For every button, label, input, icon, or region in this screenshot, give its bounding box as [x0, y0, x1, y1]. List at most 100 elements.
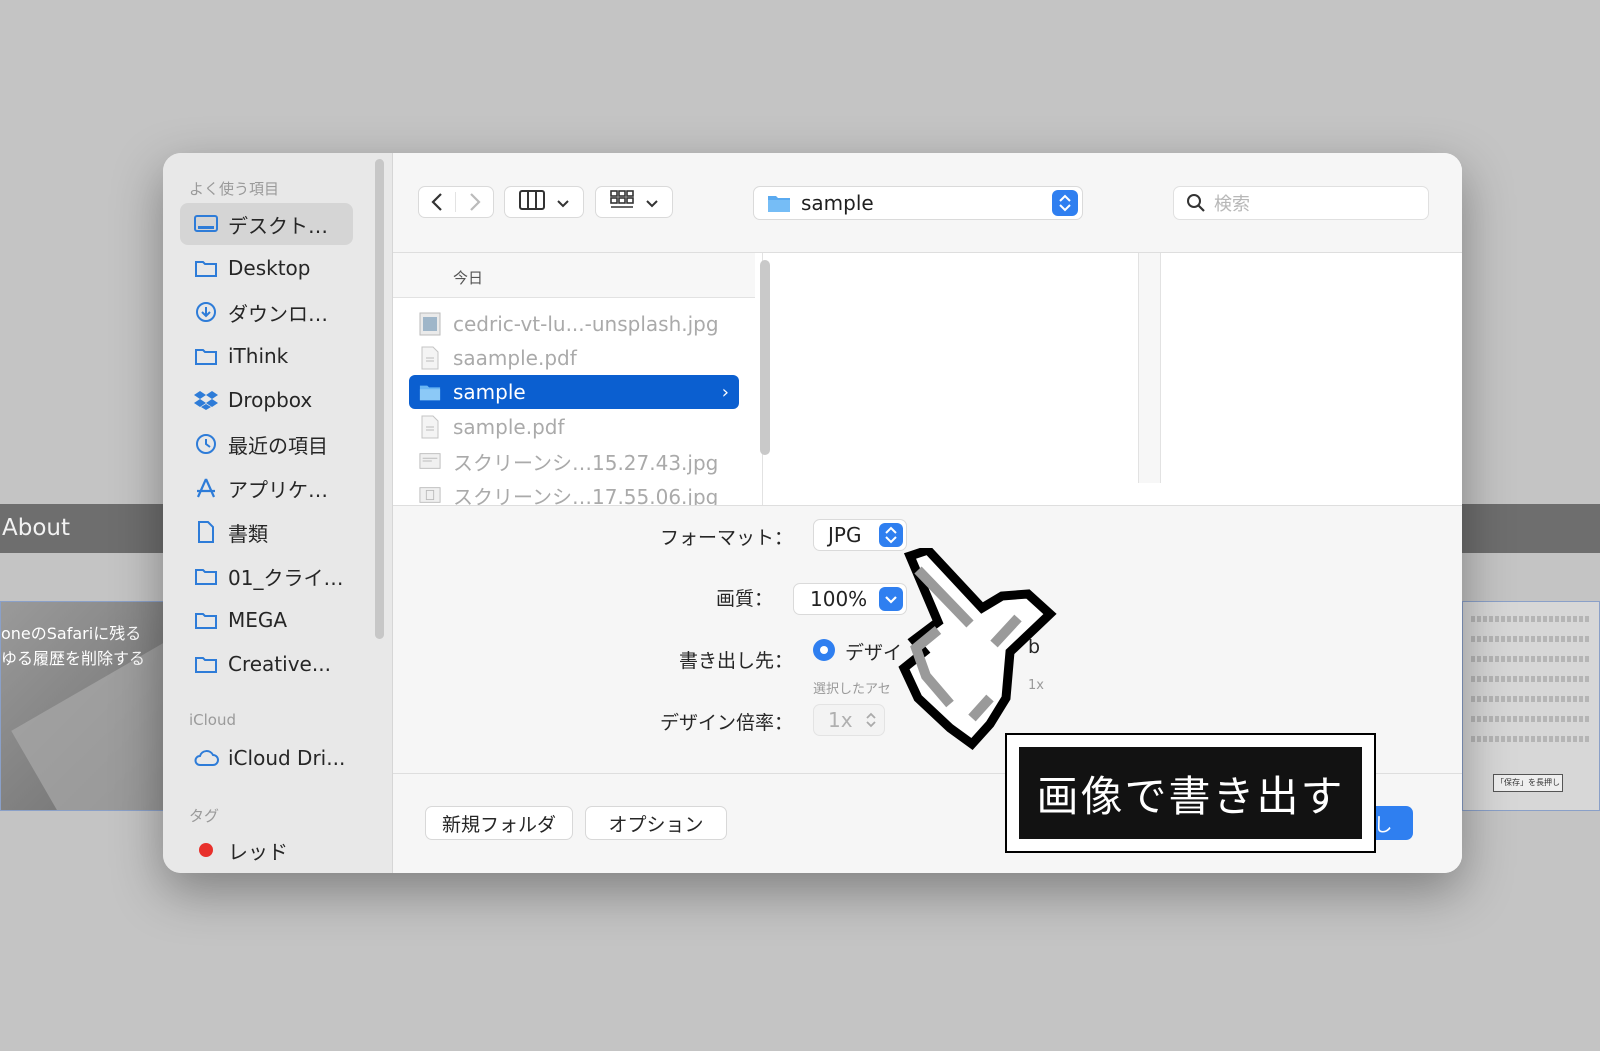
destination-option-label: デザイ — [845, 642, 903, 664]
new-folder-button[interactable]: 新規フォルダ — [425, 806, 573, 840]
sidebar-item-downloads[interactable]: ダウンロ… — [180, 291, 353, 333]
background-about-label: About — [2, 515, 71, 541]
sidebar-item-tag-red[interactable]: レッド — [180, 829, 353, 871]
quality-popup[interactable]: 100% — [793, 583, 907, 615]
folder-icon — [192, 256, 220, 280]
document-icon — [192, 520, 220, 544]
sidebar-item-label: 書類 — [228, 521, 268, 546]
file-browser: 今日 cedric-vt-lu...-unsplash.jpg saample.… — [393, 253, 1462, 513]
column-header-label: 今日 — [453, 269, 484, 287]
sidebar-item-dropbox[interactable]: Dropbox — [180, 379, 353, 421]
file-name: sample.pdf — [453, 415, 565, 439]
quality-value: 100% — [810, 587, 868, 611]
image-file-icon — [419, 483, 441, 507]
updown-chevron-icon — [879, 523, 903, 547]
sidebar-item-label: ダウンロ… — [228, 301, 328, 326]
file-row[interactable]: cedric-vt-lu...-unsplash.jpg — [409, 307, 739, 341]
callout-label: 画像で書き出す — [1005, 733, 1376, 853]
background-thumbnail-caption-2: ゆる履歴を削除する — [1, 649, 146, 668]
grid-icon — [610, 190, 634, 214]
scale-value: 1x — [828, 708, 853, 732]
sidebar-section-icloud: iCloud — [189, 711, 237, 729]
nav-button-group — [418, 186, 494, 218]
file-row-selected[interactable]: sample › — [409, 375, 739, 409]
format-popup[interactable]: JPG — [813, 519, 907, 551]
sidebar-item-recents[interactable]: 最近の項目 — [180, 423, 353, 465]
toolbar: sample 検索 — [393, 153, 1462, 253]
sidebar-section-favorites: よく使う項目 — [189, 180, 280, 198]
sidebar-item-label: デスクト… — [228, 213, 328, 238]
callout-box: 画像で書き出す — [1019, 747, 1362, 839]
updown-chevron-icon — [864, 710, 878, 735]
file-name: saample.pdf — [453, 346, 577, 370]
quality-label: 画質： — [715, 588, 773, 610]
sidebar-scrollbar[interactable] — [375, 159, 384, 639]
column-view-button[interactable] — [504, 186, 584, 218]
folder-icon — [192, 344, 220, 368]
destination-label: 書き出し先： — [678, 650, 793, 672]
folder-icon — [192, 564, 220, 588]
column-divider[interactable] — [1139, 253, 1161, 483]
sidebar-item-documents[interactable]: 書類 — [180, 511, 353, 553]
desktop-icon — [192, 212, 220, 236]
sidebar-item-client[interactable]: 01_クライ… — [180, 555, 353, 597]
chevron-right-icon: › — [721, 381, 729, 403]
preview-column — [771, 253, 1139, 483]
image-file-icon — [419, 312, 441, 336]
folder-icon — [419, 380, 441, 404]
format-label: フォーマット： — [659, 527, 793, 549]
folder-icon — [192, 608, 220, 632]
sidebar-item-label: iCloud Dri... — [228, 746, 346, 770]
sidebar-item-label: レッド — [228, 839, 288, 864]
applications-icon — [192, 476, 220, 500]
sidebar-item-label: MEGA — [228, 608, 288, 632]
search-placeholder: 検索 — [1214, 194, 1250, 215]
chevron-down-icon — [646, 193, 658, 212]
destination-radio[interactable] — [813, 639, 835, 661]
sidebar-item-ithink[interactable]: iThink — [180, 335, 353, 377]
dropbox-icon — [192, 388, 220, 412]
updown-chevron-icon — [1052, 190, 1078, 216]
search-field[interactable]: 検索 — [1173, 186, 1429, 220]
background-thumbnail-button: 「保存」を長押し — [1493, 774, 1563, 792]
red-tag-dot-icon — [192, 838, 220, 862]
group-view-button[interactable] — [595, 186, 673, 218]
sidebar-item-mega[interactable]: MEGA — [180, 599, 353, 641]
sidebar-item-applications[interactable]: アプリケ… — [180, 467, 353, 509]
file-row[interactable]: sample.pdf — [409, 410, 739, 444]
options-button[interactable]: オプション — [585, 806, 727, 840]
background-thumbnail-left: oneのSafariに残る ゆる履歴を削除する — [0, 601, 165, 811]
sidebar-item-creative[interactable]: Creative... — [180, 643, 353, 685]
file-row[interactable]: スクリーンシ…15.27.43.jpg — [409, 444, 739, 478]
sidebar-item-label: アプリケ… — [228, 477, 328, 502]
file-name: スクリーンシ…15.27.43.jpg — [453, 450, 719, 475]
chevron-down-icon — [557, 193, 569, 212]
sidebar-item-label: Creative... — [228, 652, 331, 676]
background-thumbnail-caption-1: oneのSafariに残る — [1, 624, 142, 643]
sidebar-item-desktop[interactable]: Desktop — [180, 247, 353, 289]
format-value: JPG — [828, 523, 862, 547]
sidebar-item-label: Desktop — [228, 256, 311, 280]
background-thumbnail-right: 「保存」を長押し — [1462, 601, 1600, 811]
file-row[interactable]: saample.pdf — [409, 341, 739, 375]
clock-icon — [192, 432, 220, 456]
image-file-icon — [419, 449, 441, 473]
file-name: cedric-vt-lu...-unsplash.jpg — [453, 312, 719, 336]
back-icon[interactable] — [419, 192, 457, 212]
column-header: 今日 — [393, 253, 755, 298]
sidebar-item-icloud-drive[interactable]: iCloud Dri... — [180, 737, 353, 779]
scale-stepper[interactable]: 1x — [813, 704, 885, 736]
folder-icon — [192, 652, 220, 676]
forward-icon[interactable] — [456, 192, 493, 212]
search-icon — [1186, 193, 1206, 213]
location-popup[interactable]: sample — [753, 186, 1083, 220]
sidebar-item-desktop-jp[interactable]: デスクト… — [180, 203, 353, 245]
sidebar-item-label: 最近の項目 — [228, 433, 328, 458]
pdf-file-icon — [419, 346, 441, 370]
file-column: 今日 cedric-vt-lu...-unsplash.jpg saample.… — [393, 253, 770, 513]
column-scrollbar[interactable] — [760, 260, 770, 455]
sidebar-section-tags: タグ — [189, 807, 220, 825]
sidebar-item-label: Dropbox — [228, 388, 313, 412]
cloud-icon — [192, 746, 220, 770]
pdf-file-icon — [419, 415, 441, 439]
